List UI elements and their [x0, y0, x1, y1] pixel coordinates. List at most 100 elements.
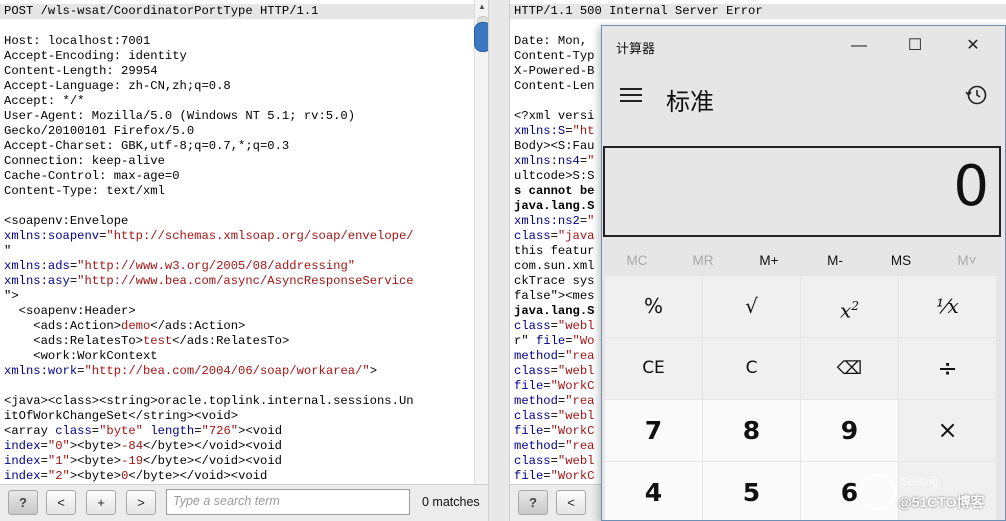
response-line: <?xml versi: [514, 109, 595, 123]
response-line: java.lang.S: [514, 199, 595, 213]
memory-store-button[interactable]: MS: [868, 248, 934, 274]
request-line: ">: [4, 289, 19, 303]
watermark-logo-icon: [860, 474, 896, 510]
memory-list-button[interactable]: M˅: [934, 248, 1000, 274]
request-line: Gecko/20100101 Firefox/5.0: [4, 124, 195, 138]
response-line: s cannot be: [514, 184, 595, 198]
request-line: <ads:Action>demo</ads:Action>: [4, 319, 246, 333]
backspace-icon[interactable]: ⌫: [801, 338, 898, 399]
add-button[interactable]: +: [86, 490, 116, 515]
request-line: Content-Length: 29954: [4, 64, 158, 78]
response-help-button[interactable]: ?: [518, 490, 548, 515]
search-input[interactable]: Type a search term: [166, 489, 410, 515]
digit-5-button[interactable]: 5: [703, 462, 800, 520]
request-line: Cache-Control: max-age=0: [4, 169, 180, 183]
memory-subtract-button[interactable]: M-: [802, 248, 868, 274]
request-line: itOfWorkChangeSet</string><void>: [4, 409, 239, 423]
memory-recall-button[interactable]: MR: [670, 248, 736, 274]
response-line: ckTrace sys: [514, 274, 595, 288]
prev-match-button[interactable]: <: [46, 490, 76, 515]
divide-button[interactable]: ÷: [899, 338, 996, 399]
request-line: Accept-Charset: GBK,utf-8;q=0.7,*;q=0.3: [4, 139, 290, 153]
calculator-title: 计算器: [616, 41, 656, 56]
response-line: class="webl: [514, 409, 595, 423]
response-line: com.sun.xml: [514, 259, 595, 273]
request-line: ": [4, 244, 12, 258]
request-line: User-Agent: Mozilla/5.0 (Windows NT 5.1;…: [4, 109, 356, 123]
request-line: xmlns:soapenv="http://schemas.xmlsoap.or…: [4, 229, 414, 243]
response-line: method="rea: [514, 394, 595, 408]
display-value: 0: [953, 154, 989, 219]
digit-9-button[interactable]: 9: [801, 400, 898, 461]
digit-8-button[interactable]: 8: [703, 400, 800, 461]
maximize-icon[interactable]: ☐: [886, 26, 944, 66]
request-line: index="0"><byte>-84</byte></void><void: [4, 439, 282, 453]
next-match-button[interactable]: >: [126, 490, 156, 515]
request-editor[interactable]: POST /wls-wsat/CoordinatorPortType HTTP/…: [0, 0, 488, 484]
minimize-icon[interactable]: —: [830, 26, 888, 66]
response-line: xmlns:S="ht: [514, 124, 595, 138]
calculator-titlebar[interactable]: 计算器 — ☐ ✕: [602, 26, 1005, 66]
response-line: HTTP/1.1 500 Internal Server Error: [510, 4, 1006, 19]
response-line: class="java: [514, 229, 595, 243]
response-line: method="rea: [514, 349, 595, 363]
request-line: Accept-Encoding: identity: [4, 49, 187, 63]
history-icon[interactable]: [964, 83, 988, 107]
response-line: false"><mes: [514, 289, 595, 303]
response-line: Date: Mon,: [514, 34, 595, 48]
hamburger-menu-icon[interactable]: [620, 88, 642, 102]
clear-entry-button[interactable]: CE: [605, 338, 702, 399]
help-button[interactable]: ?: [8, 490, 38, 515]
response-prev-match-button[interactable]: <: [556, 490, 586, 515]
response-line: method="rea: [514, 439, 595, 453]
response-line: file="WorkC: [514, 469, 595, 483]
request-line: xmlns:work="http://bea.com/2004/06/soap/…: [4, 364, 378, 378]
response-line: xmlns:ns2=": [514, 214, 595, 228]
digit-7-button[interactable]: 7: [605, 400, 702, 461]
request-line: <array class="byte" length="726"><void: [4, 424, 283, 438]
response-line: Content-Typ: [514, 49, 595, 63]
response-line: r" file="Wo: [514, 334, 595, 348]
request-line: POST /wls-wsat/CoordinatorPortType HTTP/…: [0, 4, 488, 19]
response-line: xmlns:ns4=": [514, 154, 595, 168]
response-line: class="webl: [514, 319, 595, 333]
clear-button[interactable]: C: [703, 338, 800, 399]
scroll-up-icon[interactable]: ▲: [475, 0, 489, 14]
response-line: X-Powered-B: [514, 64, 595, 78]
response-line: ultcode>S:S: [514, 169, 595, 183]
reciprocal-button[interactable]: ¹⁄x: [899, 276, 996, 337]
digit-4-button[interactable]: 4: [605, 462, 702, 520]
watermark: Seebug @51CTO博客: [860, 474, 1006, 520]
sqrt-button[interactable]: √: [703, 276, 800, 337]
request-line: index="2"><byte>0</byte></void><void: [4, 469, 268, 483]
percent-button[interactable]: %: [605, 276, 702, 337]
request-line: Accept: */*: [4, 94, 85, 108]
pane-divider[interactable]: [488, 0, 510, 521]
request-text[interactable]: POST /wls-wsat/CoordinatorPortType HTTP/…: [0, 0, 488, 484]
calculator-mode-title: 标准: [666, 89, 714, 116]
response-line: file="WorkC: [514, 424, 595, 438]
request-line: <java><class><string>oracle.toplink.inte…: [4, 394, 414, 408]
watermark-sub: Seebug: [900, 476, 938, 488]
request-line: Connection: keep-alive: [4, 154, 165, 168]
request-line: Content-Type: text/xml: [4, 184, 165, 198]
calculator-window: 计算器 — ☐ ✕ 标准 0 MC MR M+ M- MS M˅ % √ x2 …: [601, 25, 1006, 521]
response-line: Content-Len: [514, 79, 595, 93]
close-icon[interactable]: ✕: [944, 26, 1002, 66]
request-line: xmlns:asy="http://www.bea.com/async/Asyn…: [4, 274, 414, 288]
response-line: file="WorkC: [514, 379, 595, 393]
multiply-button[interactable]: ×: [899, 400, 996, 461]
request-line: <soapenv:Envelope: [4, 214, 129, 228]
calculator-display: 0: [603, 146, 1001, 237]
request-scrollbar[interactable]: ▲: [474, 0, 489, 484]
match-count: 0 matches: [422, 495, 480, 509]
square-button[interactable]: x2: [801, 276, 898, 337]
request-line: <soapenv:Header>: [4, 304, 136, 318]
memory-clear-button[interactable]: MC: [604, 248, 670, 274]
request-line: xmlns:ads="http://www.w3.org/2005/08/add…: [4, 259, 356, 273]
memory-add-button[interactable]: M+: [736, 248, 802, 274]
request-search-bar: ? < + > Type a search term 0 matches: [0, 484, 488, 521]
request-line: Host: localhost:7001: [4, 34, 151, 48]
request-line: index="1"><byte>-19</byte></void><void: [4, 454, 282, 468]
request-line: Accept-Language: zh-CN,zh;q=0.8: [4, 79, 231, 93]
